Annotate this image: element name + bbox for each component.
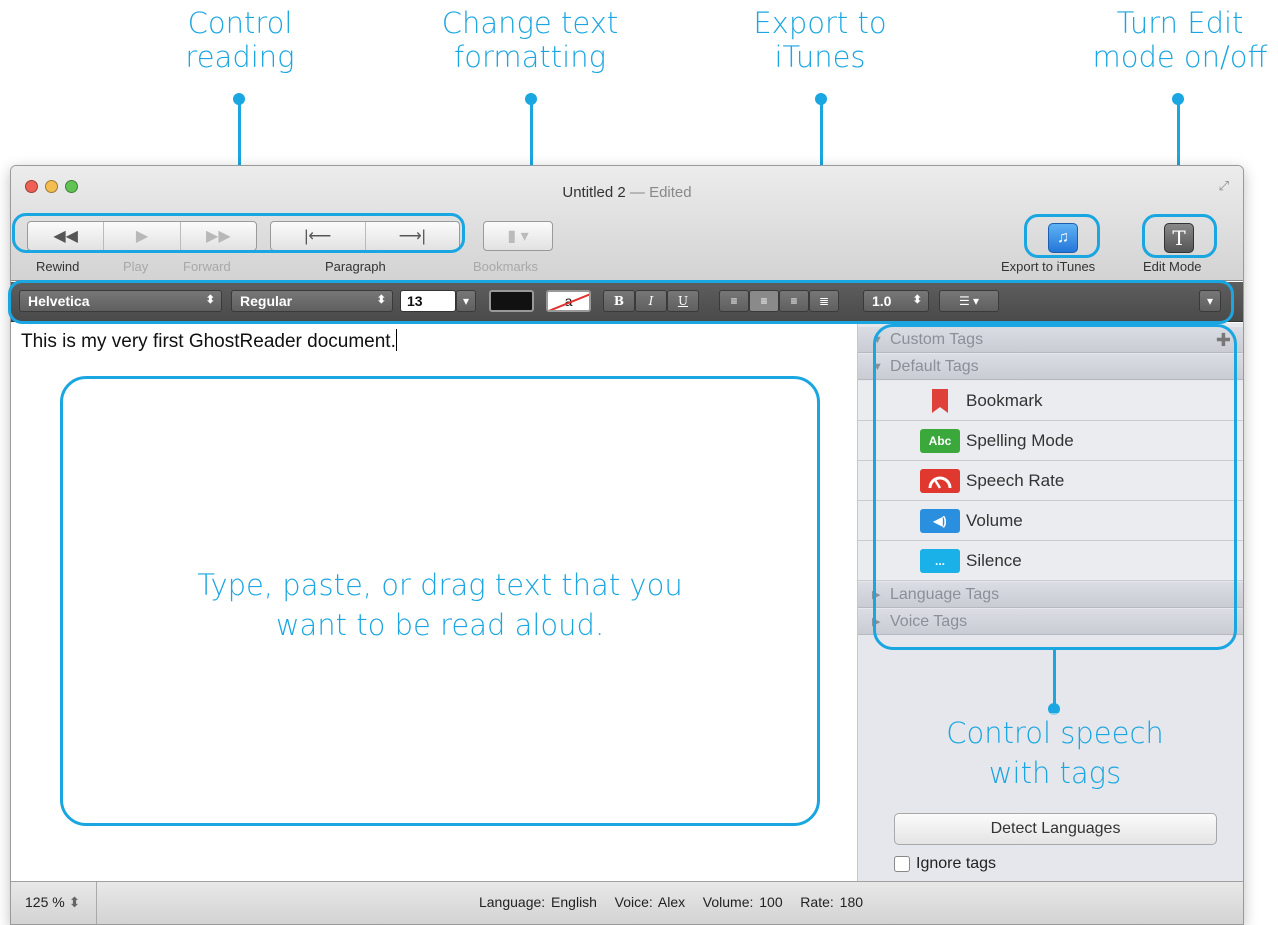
callout-editor-hint: Type, paste, or drag text that you want … bbox=[60, 565, 820, 645]
stepper-icon: ⬍ bbox=[68, 894, 81, 910]
status-bar: 125 % ⬍ Language: English Voice: Alex Vo… bbox=[11, 881, 1243, 924]
callout-line: Control speech bbox=[946, 716, 1164, 750]
bookmarks-label: Bookmarks bbox=[473, 259, 539, 274]
callout-control-reading: Control reading bbox=[185, 6, 295, 74]
highlight-export bbox=[1024, 214, 1100, 258]
callout-line: Turn Edit bbox=[1116, 6, 1244, 40]
bookmark-icon: ▮ ▾ bbox=[507, 228, 529, 245]
detect-languages-button[interactable]: Detect Languages bbox=[894, 813, 1217, 845]
checkbox-icon bbox=[894, 856, 910, 872]
document-text-content: This is my very first GhostReader docume… bbox=[21, 331, 396, 352]
callout-control-speech: Control speech with tags bbox=[920, 713, 1190, 793]
speech-status: Language: English Voice: Alex Volume: 10… bbox=[478, 894, 864, 910]
callout-line: Export to bbox=[753, 6, 887, 40]
export-itunes-label: Export to iTunes bbox=[1001, 259, 1096, 274]
highlight-format-bar bbox=[8, 280, 1234, 324]
edit-mode-label: Edit Mode bbox=[1143, 259, 1202, 274]
edited-indicator: — Edited bbox=[629, 184, 692, 201]
window-title: Untitled 2 — Edited bbox=[11, 184, 1243, 201]
callout-line: Control bbox=[187, 6, 293, 40]
callout-edit-mode: Turn Edit mode on/off bbox=[1090, 6, 1270, 74]
ignore-tags-label: Ignore tags bbox=[916, 855, 997, 872]
paragraph-label: Paragraph bbox=[325, 259, 386, 274]
play-label: Play bbox=[123, 259, 149, 274]
zoom-stepper[interactable]: 125 % ⬍ bbox=[11, 882, 97, 924]
bookmarks-button[interactable]: ▮ ▾ bbox=[483, 221, 553, 251]
callout-export-itunes: Export to iTunes bbox=[750, 6, 890, 74]
ignore-tags-checkbox[interactable]: Ignore tags bbox=[894, 855, 996, 873]
text-caret bbox=[395, 329, 397, 351]
highlight-playback bbox=[12, 213, 465, 253]
callout-line-connector bbox=[1053, 650, 1056, 708]
callout-line: Change text bbox=[441, 6, 619, 40]
rewind-label: Rewind bbox=[36, 259, 80, 274]
callout-line: reading bbox=[185, 40, 295, 74]
callout-line: Type, paste, or drag text that you bbox=[197, 568, 683, 602]
forward-label: Forward bbox=[183, 259, 231, 274]
highlight-edit-mode bbox=[1142, 214, 1217, 258]
callout-change-formatting: Change text formatting bbox=[440, 6, 620, 74]
callout-line: mode on/off bbox=[1092, 40, 1268, 74]
fullscreen-icon[interactable]: ⤢ bbox=[1219, 178, 1229, 194]
callout-line: formatting bbox=[454, 40, 606, 74]
document-text[interactable]: This is my very first GhostReader docume… bbox=[21, 329, 397, 353]
document-title: Untitled 2 bbox=[562, 184, 626, 201]
zoom-value: 125 % bbox=[25, 894, 65, 910]
highlight-tags bbox=[873, 324, 1237, 650]
callout-line: iTunes bbox=[774, 40, 866, 74]
callout-line: want to be read aloud. bbox=[275, 608, 605, 642]
callout-line: with tags bbox=[988, 756, 1122, 790]
